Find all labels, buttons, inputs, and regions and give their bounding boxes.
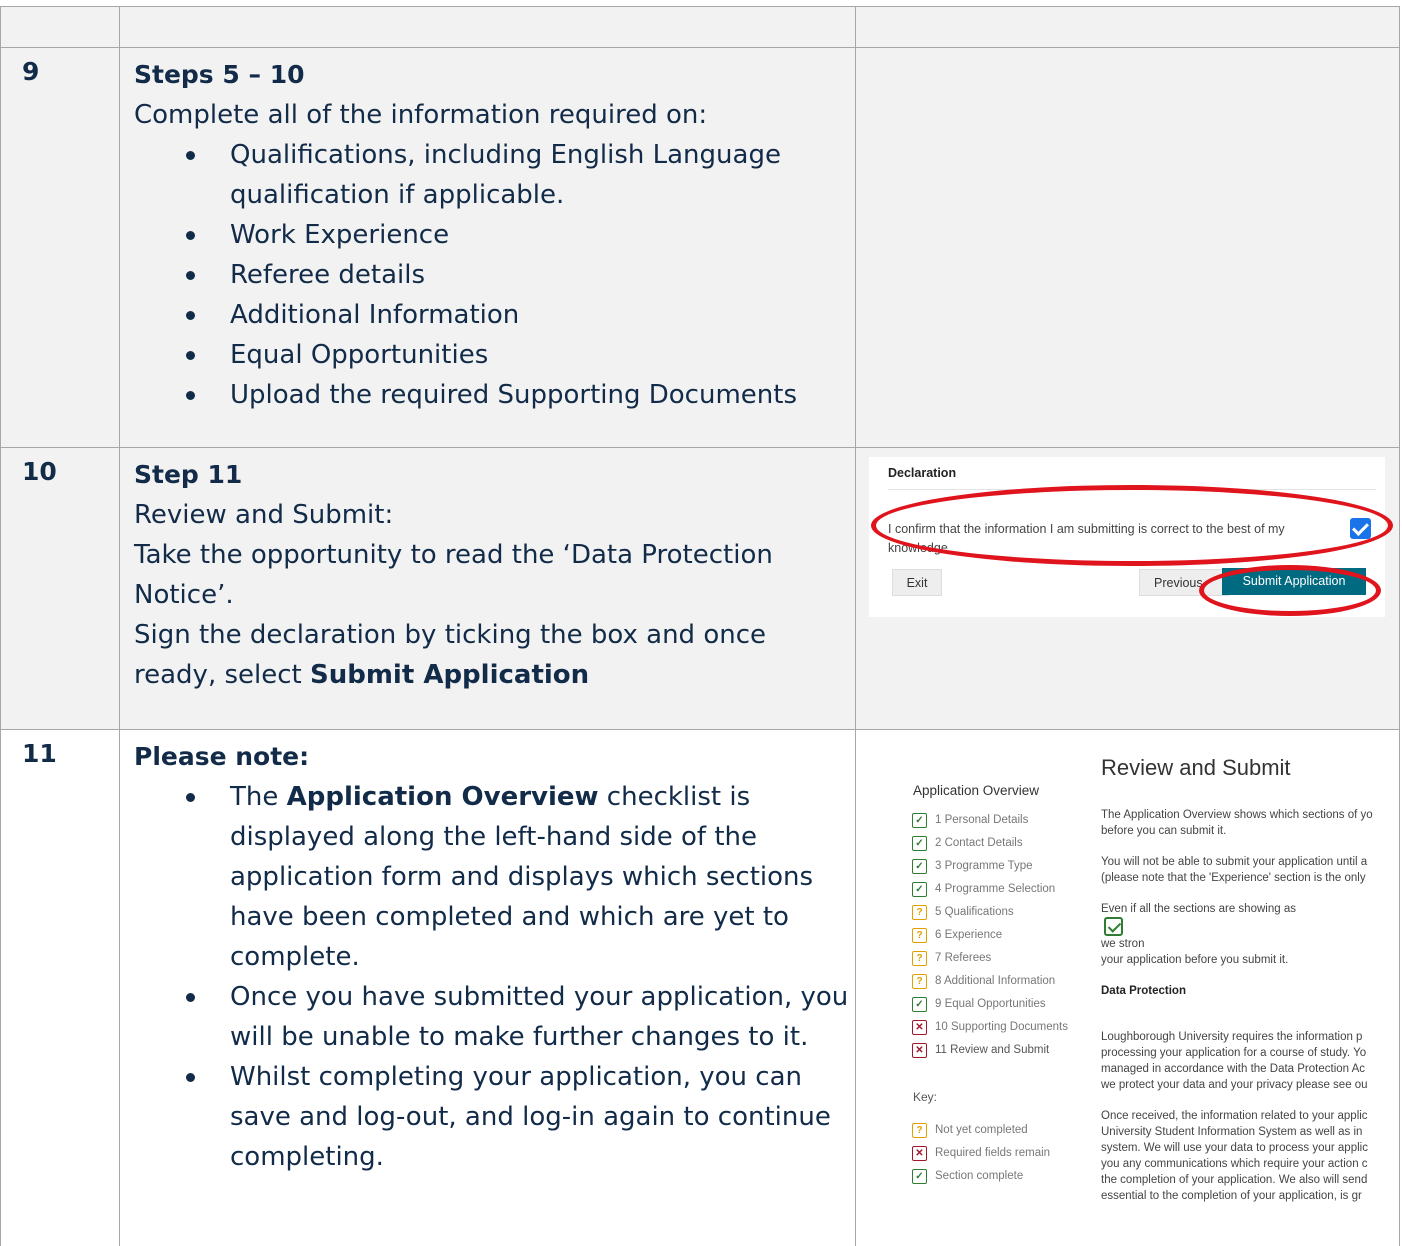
grid-line — [0, 6, 1400, 7]
grid-line — [855, 6, 856, 1246]
grid-line — [0, 729, 1400, 730]
grid-line — [0, 47, 1400, 48]
grid-line — [0, 447, 1400, 448]
grid-line — [119, 6, 120, 1246]
table-grid — [0, 0, 1402, 1246]
grid-line — [0, 6, 1, 1246]
grid-line — [1399, 6, 1400, 1246]
